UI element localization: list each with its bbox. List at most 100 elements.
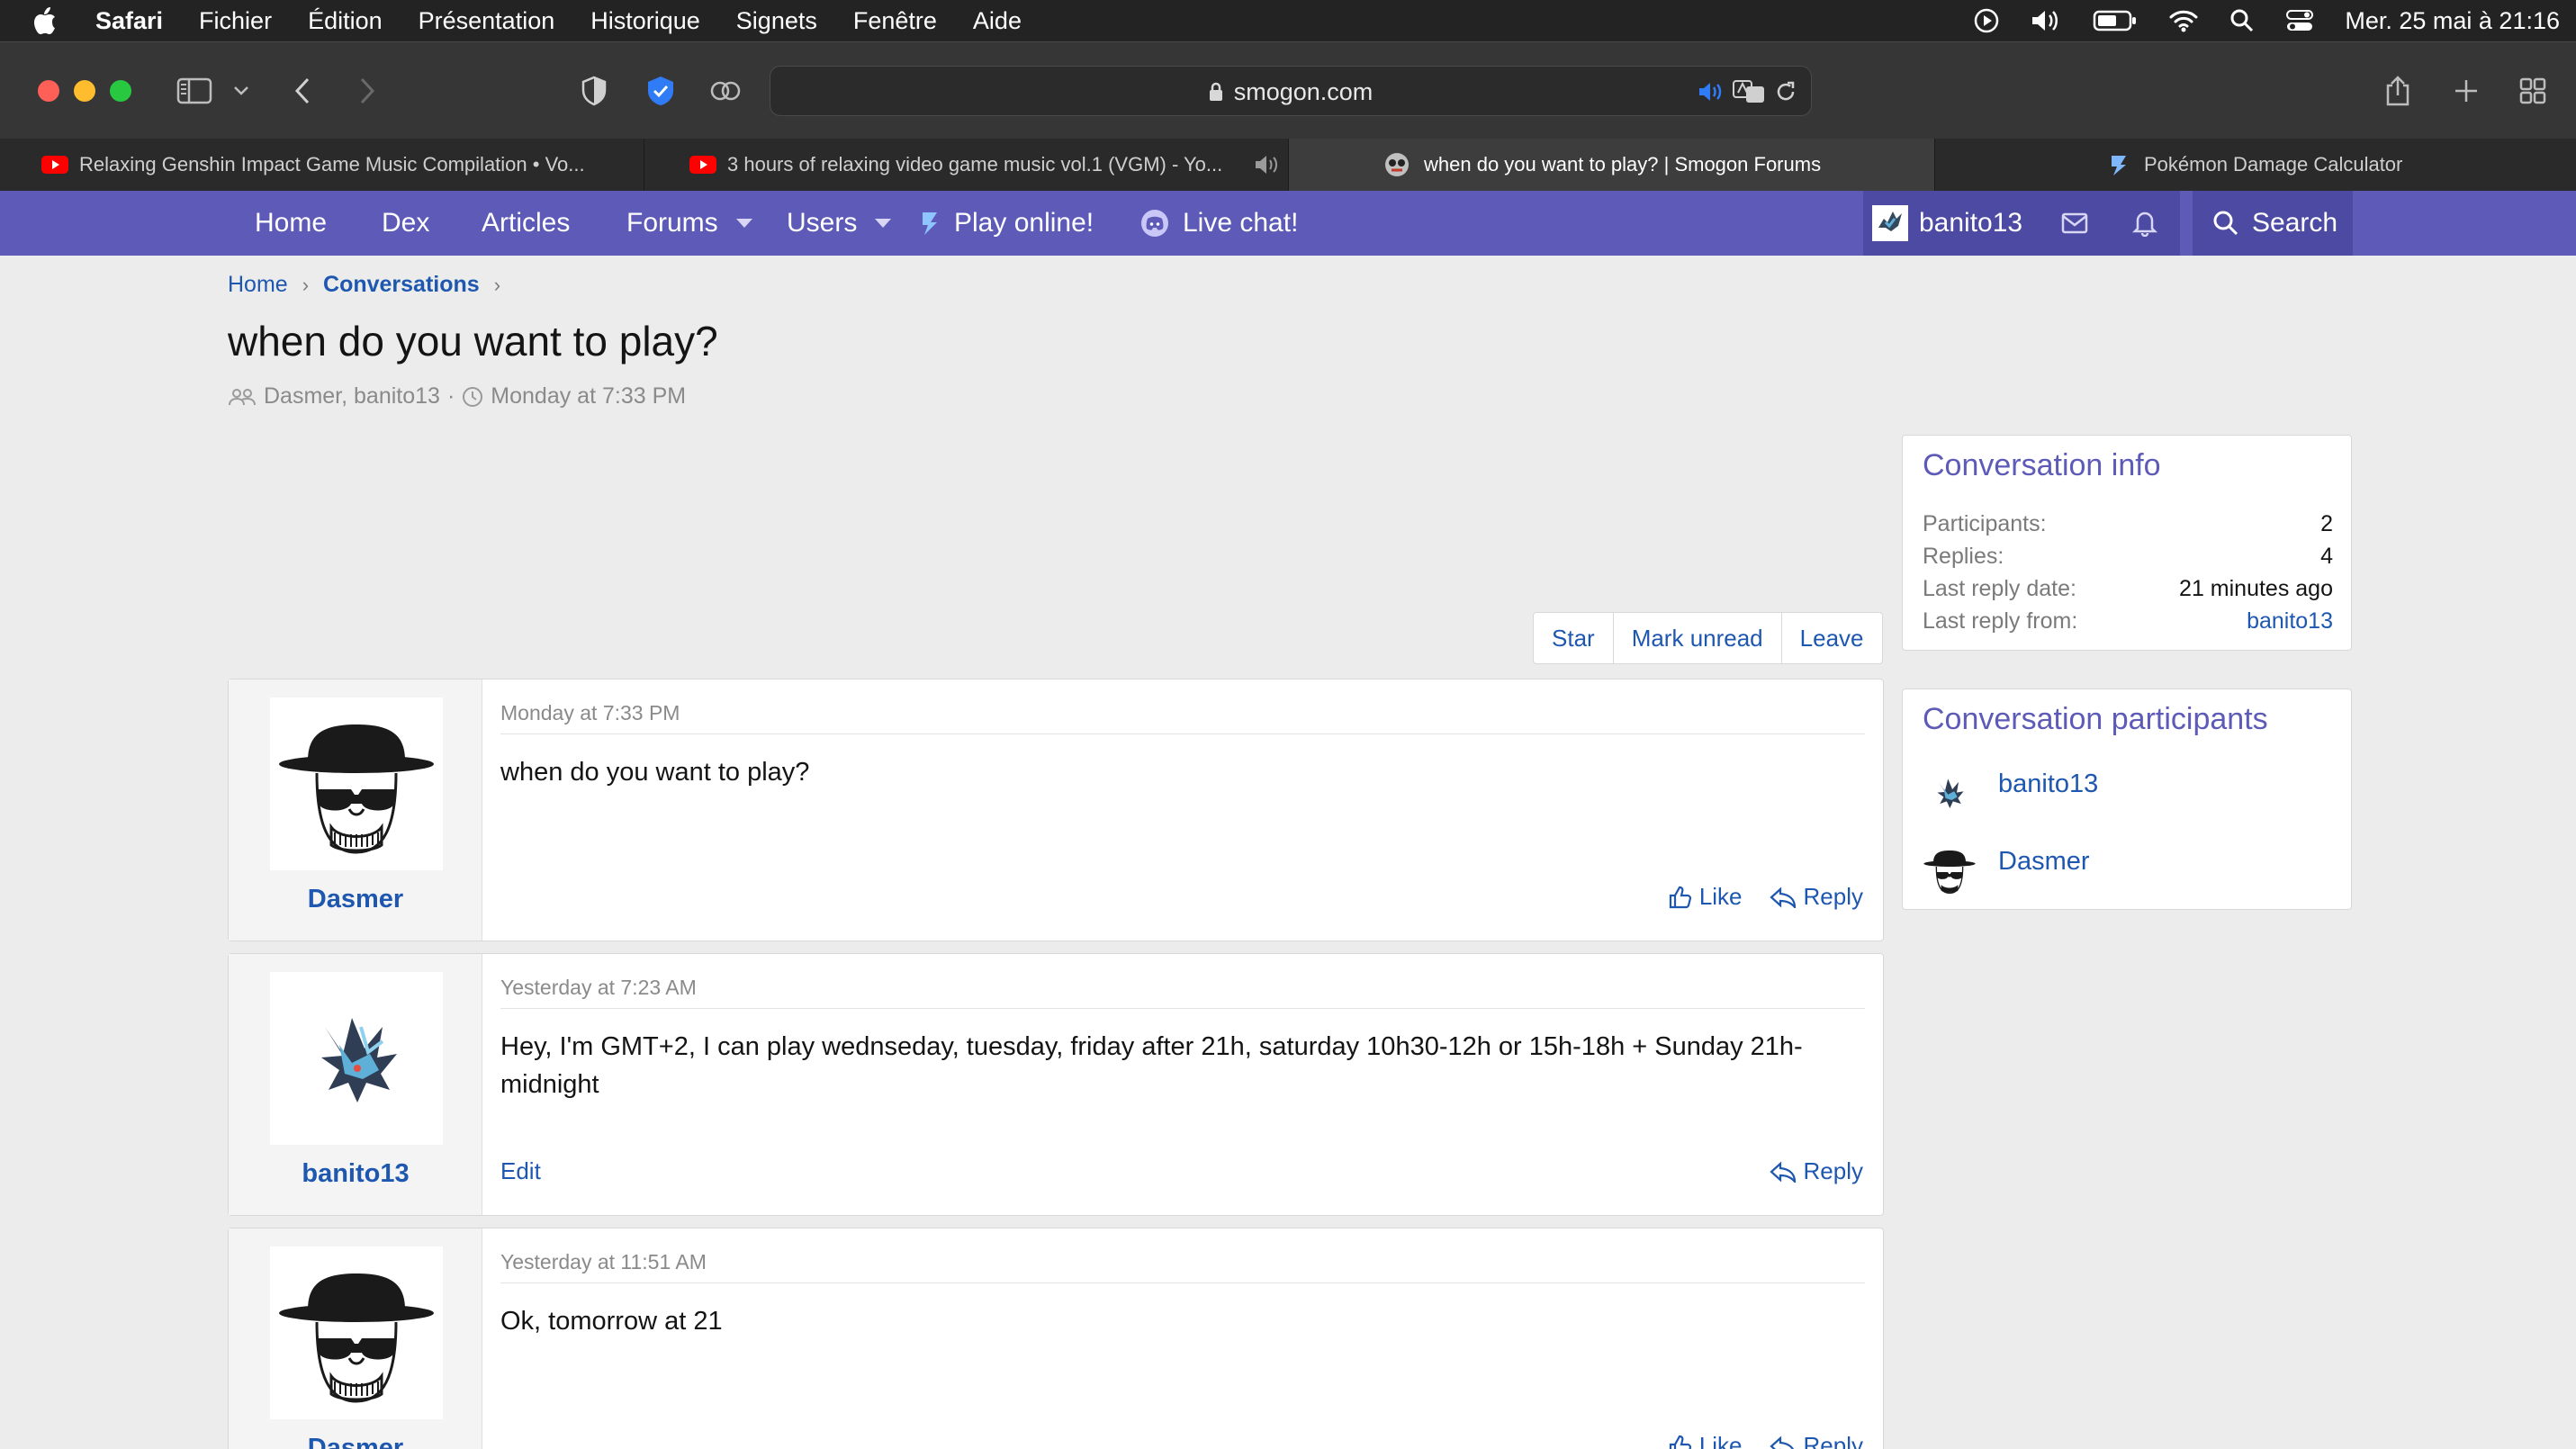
tab-audio-icon[interactable] <box>1698 81 1723 107</box>
extension-link-icon[interactable] <box>707 69 743 112</box>
nav-dex[interactable]: Dex <box>382 191 429 256</box>
tab-vgm-music[interactable]: 3 hours of relaxing video game music vol… <box>644 139 1289 191</box>
spotlight-search-icon[interactable] <box>2229 8 2255 33</box>
showdown-icon <box>923 212 937 235</box>
smogon-icon <box>2108 152 2130 183</box>
participant-item[interactable]: banito13 <box>1923 761 2333 824</box>
minimize-window-button[interactable] <box>74 80 95 102</box>
address-bar[interactable]: smogon.com <box>770 66 1812 116</box>
back-icon[interactable] <box>288 69 317 112</box>
edit-button[interactable]: Edit <box>500 1157 541 1185</box>
maximize-window-button[interactable] <box>110 80 131 102</box>
menu-historique[interactable]: Historique <box>590 7 700 35</box>
new-tab-icon[interactable] <box>2448 69 2484 112</box>
sidebar-toggle-icon[interactable] <box>175 69 214 112</box>
browser-toolbar: smogon.com <box>0 41 2576 139</box>
message-user-panel: Dasmer <box>229 1228 482 1449</box>
account-menu[interactable]: banito13 <box>1863 191 2043 256</box>
share-icon[interactable] <box>2380 69 2416 112</box>
privacy-shield-icon[interactable] <box>576 69 612 112</box>
participant-name[interactable]: banito13 <box>1998 770 2098 799</box>
leave-button[interactable]: Leave <box>1782 613 1882 663</box>
reply-button[interactable]: Reply <box>1769 1432 1863 1449</box>
mark-unread-button[interactable]: Mark unread <box>1614 613 1782 663</box>
chevron-down-icon <box>735 219 752 228</box>
message-author[interactable]: Dasmer <box>229 885 482 914</box>
tab-overview-icon[interactable] <box>2515 69 2551 112</box>
menu-safari[interactable]: Safari <box>95 7 163 35</box>
info-row-participants: Participants: 2 <box>1923 511 2333 536</box>
site-nav: Home Dex Articles Forums Users Play onli… <box>0 191 2576 256</box>
close-window-button[interactable] <box>38 80 59 102</box>
tab-damage-calculator[interactable]: Pokémon Damage Calculator <box>1935 139 2576 191</box>
clock-icon <box>463 386 483 407</box>
tab-genshin-music[interactable]: Relaxing Genshin Impact Game Music Compi… <box>0 139 644 191</box>
url-text[interactable]: smogon.com <box>1234 78 1374 106</box>
alerts-button[interactable] <box>2110 191 2180 256</box>
tab-bar: Relaxing Genshin Impact Game Music Compi… <box>0 139 2576 191</box>
conversation-actions: Star Mark unread Leave <box>1533 612 1883 664</box>
apple-icon[interactable] <box>32 6 68 35</box>
translate-icon[interactable] <box>1732 79 1766 109</box>
media-play-icon[interactable] <box>1974 8 1999 33</box>
message-date[interactable]: Yesterday at 11:51 AM <box>500 1250 707 1274</box>
battery-icon[interactable] <box>2093 9 2138 32</box>
extension-badge-icon[interactable] <box>643 69 679 112</box>
tab-smogon-conversation[interactable]: when do you want to play? | Smogon Forum… <box>1289 139 1935 191</box>
forward-icon[interactable] <box>353 69 382 112</box>
avatar[interactable] <box>1923 761 1977 824</box>
message-author[interactable]: Dasmer <box>229 1434 482 1449</box>
conversation-info-panel: Conversation info Participants: 2 Replie… <box>1902 435 2352 651</box>
lock-icon <box>1209 82 1222 101</box>
thumbs-up-icon <box>1669 886 1691 908</box>
participant-name[interactable]: Dasmer <box>1998 847 2090 877</box>
nav-home[interactable]: Home <box>255 191 327 256</box>
menu-edition[interactable]: Édition <box>308 7 383 35</box>
message-date[interactable]: Monday at 7:33 PM <box>500 701 680 725</box>
like-button[interactable]: Like <box>1669 1432 1743 1449</box>
nav-play-online[interactable]: Play online! <box>918 191 1094 256</box>
nav-users[interactable]: Users <box>787 191 892 256</box>
start-date[interactable]: Monday at 7:33 PM <box>491 383 686 410</box>
reply-button[interactable]: Reply <box>1769 883 1863 911</box>
menu-signets[interactable]: Signets <box>736 7 817 35</box>
discord-icon <box>1141 210 1168 237</box>
inbox-button[interactable] <box>2040 191 2110 256</box>
control-center-icon[interactable] <box>2285 8 2314 33</box>
info-row-last-reply-date: Last reply date: 21 minutes ago <box>1923 576 2333 601</box>
reply-icon <box>1769 1161 1796 1183</box>
reload-icon[interactable] <box>1773 79 1798 109</box>
chevron-right-icon: › <box>493 273 501 296</box>
star-button[interactable]: Star <box>1534 613 1614 663</box>
breadcrumb-home[interactable]: Home <box>228 272 288 298</box>
like-button[interactable]: Like <box>1669 883 1743 911</box>
reply-button[interactable]: Reply <box>1769 1157 1863 1185</box>
search-button[interactable]: Search <box>2193 191 2353 256</box>
participant-item[interactable]: Dasmer <box>1923 839 2333 902</box>
avatar[interactable] <box>1923 839 1977 902</box>
tab-group-chevron-icon[interactable] <box>230 69 252 112</box>
volume-icon[interactable] <box>2030 8 2062 33</box>
panel-title: Conversation participants <box>1923 702 2268 736</box>
menu-fichier[interactable]: Fichier <box>199 7 272 35</box>
avatar[interactable] <box>270 972 443 1145</box>
panel-title: Conversation info <box>1923 448 2161 482</box>
wifi-icon[interactable] <box>2168 8 2199 33</box>
nav-forums[interactable]: Forums <box>626 191 752 256</box>
menu-fenetre[interactable]: Fenêtre <box>853 7 937 35</box>
tab-mute-icon[interactable] <box>1254 155 1279 180</box>
message-date[interactable]: Yesterday at 7:23 AM <box>500 976 697 1000</box>
nav-articles[interactable]: Articles <box>482 191 570 256</box>
nav-live-chat[interactable]: Live chat! <box>1139 191 1298 256</box>
message-actions: Edit Reply <box>500 1157 1863 1190</box>
breadcrumb-conversations[interactable]: Conversations <box>323 272 480 298</box>
menubar-clock[interactable]: Mer. 25 mai à 21:16 <box>2345 7 2560 35</box>
menu-aide[interactable]: Aide <box>973 7 1022 35</box>
participant-names[interactable]: Dasmer, banito13 <box>264 383 440 410</box>
youtube-icon <box>689 156 716 179</box>
avatar[interactable] <box>270 698 443 870</box>
info-row-last-reply-from: Last reply from: banito13 <box>1923 608 2333 634</box>
menu-presentation[interactable]: Présentation <box>419 7 555 35</box>
message-author[interactable]: banito13 <box>229 1159 482 1189</box>
avatar[interactable] <box>270 1246 443 1419</box>
